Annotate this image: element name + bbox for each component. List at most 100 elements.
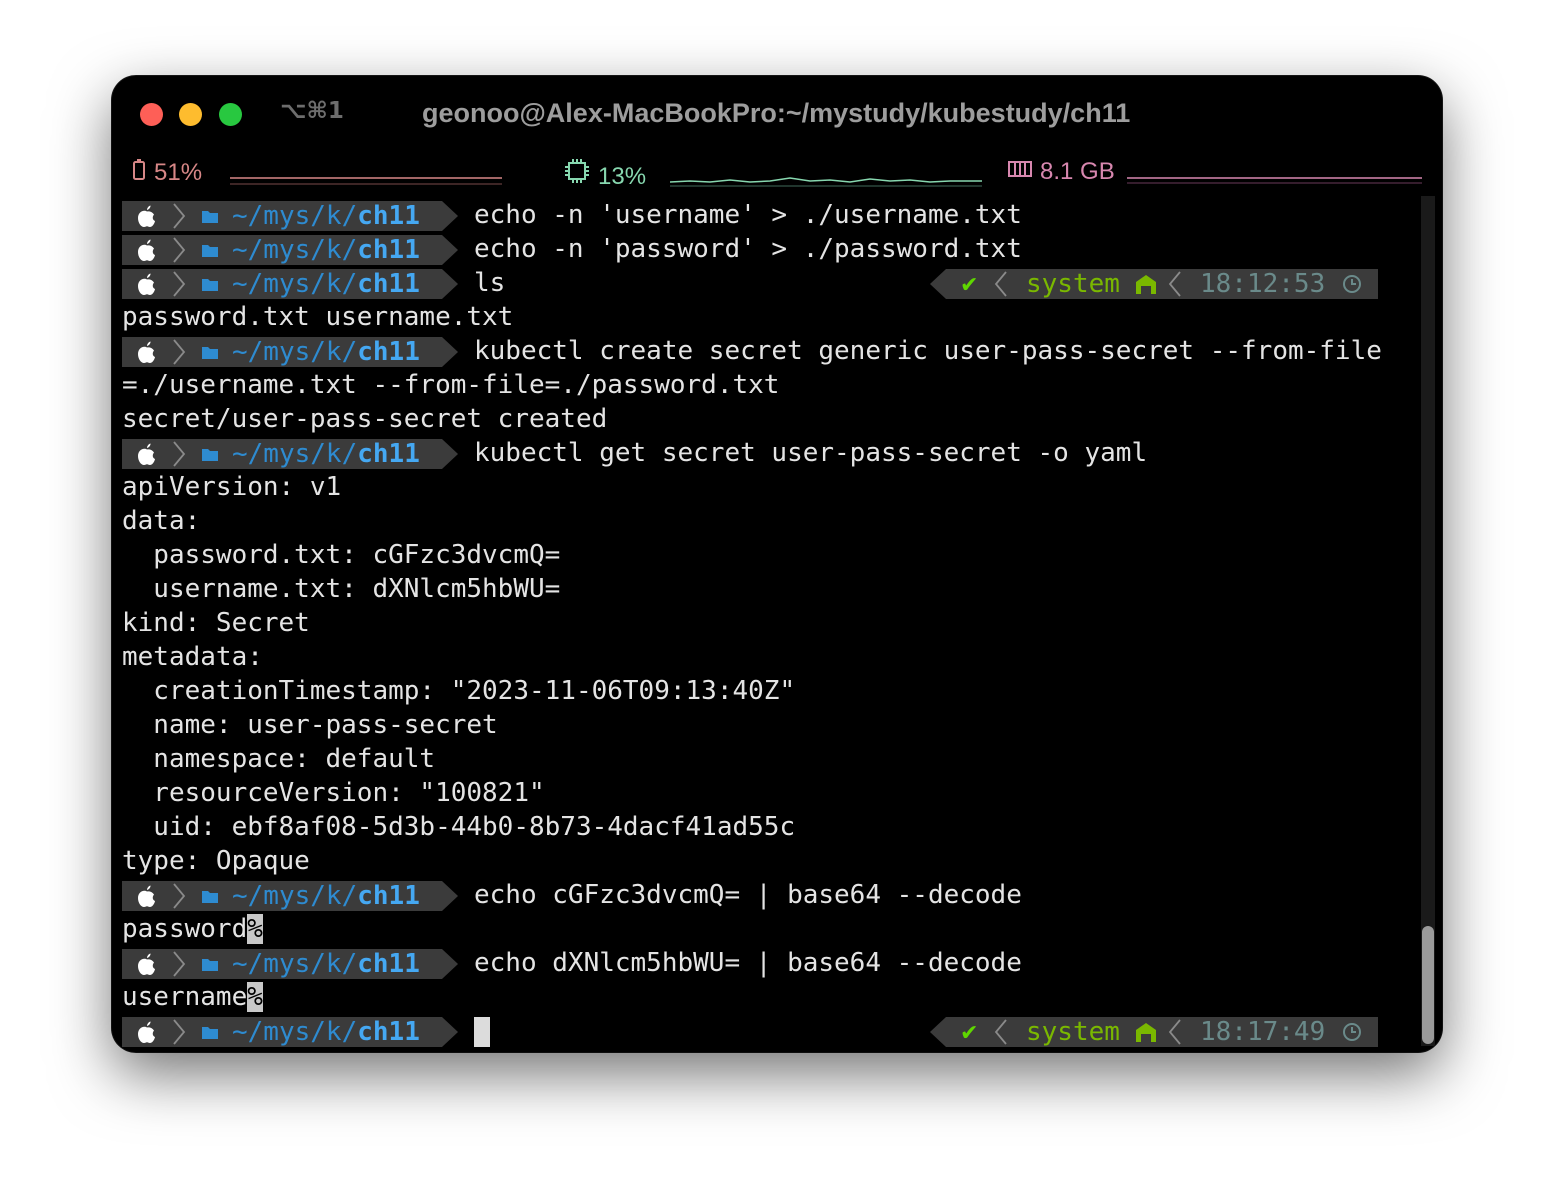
prompt-path-current: ch11	[357, 949, 420, 979]
prompt-line: ~/mys/k/ch11 ls ✔ system 18:12:53	[122, 266, 1422, 300]
output-text: uid: ebf8af08-5d3b-44b0-8b73-4dacf41ad55…	[122, 812, 796, 842]
no-newline-marker: %	[247, 982, 263, 1012]
env-label: system	[1026, 1017, 1120, 1047]
prompt-segment: ~/mys/k/ch11	[122, 881, 458, 911]
prompt-segment: ~/mys/k/ch11	[122, 1017, 458, 1047]
prompt-path: ~/mys/k/ch11	[232, 439, 420, 469]
memory-usage: 8.1 GB	[1040, 158, 1115, 185]
prompt-path-parent: ~/mys/k/	[232, 235, 357, 265]
command-text: ls	[474, 268, 506, 298]
prompt-line: ~/mys/k/ch11 echo cGFzc3dvcmQ= | base64 -…	[122, 878, 1422, 912]
prompt-path: ~/mys/k/ch11	[232, 337, 420, 367]
output-text: name: user-pass-secret	[122, 710, 498, 740]
terminal-output[interactable]: ~/mys/k/ch11 echo -n 'username' > ./usern…	[122, 198, 1422, 1048]
command-text: echo dXNlcm5hbWU= | base64 --decode	[474, 948, 1022, 978]
prompt-line: ~/mys/k/ch11 kubectl get secret user-pass…	[122, 436, 1422, 470]
output-text: metadata:	[122, 642, 263, 672]
prompt-path-parent: ~/mys/k/	[232, 949, 357, 979]
prompt-segment: ~/mys/k/ch11	[122, 235, 458, 265]
prompt-line: ~/mys/k/ch11 ✔ system 18:17:49	[122, 1014, 1422, 1048]
prompt-path-current: ch11	[357, 439, 420, 469]
terminal-window: ⌥⌘1 geonoo@Alex-MacBookPro:~/mystudy/kub…	[112, 76, 1442, 1052]
output-line: username.txt: dXNlcm5hbWU=	[122, 572, 1422, 606]
prompt-path-parent: ~/mys/k/	[232, 269, 357, 299]
title-bar: ⌥⌘1 geonoo@Alex-MacBookPro:~/mystudy/kub…	[112, 76, 1442, 156]
output-text: password	[122, 914, 248, 944]
output-line: username%	[122, 980, 1422, 1014]
prompt-line: ~/mys/k/ch11 echo -n 'password' > ./passw…	[122, 232, 1422, 266]
battery-graph	[230, 177, 502, 185]
output-text: username	[122, 982, 248, 1012]
prompt-path: ~/mys/k/ch11	[232, 201, 420, 231]
prompt-path: ~/mys/k/ch11	[232, 235, 420, 265]
output-line: =./username.txt --from-file=./password.t…	[122, 368, 1422, 402]
output-text: =./username.txt --from-file=./password.t…	[122, 370, 780, 400]
cpu-status: 13%	[564, 158, 646, 191]
prompt-segment: ~/mys/k/ch11	[122, 949, 458, 979]
memory-status: 8.1 GB	[1008, 158, 1115, 186]
prompt-path: ~/mys/k/ch11	[232, 1017, 420, 1047]
output-line: kind: Secret	[122, 606, 1422, 640]
output-text: namespace: default	[122, 744, 436, 774]
cpu-graph	[670, 177, 982, 187]
output-text: apiVersion: v1	[122, 472, 342, 502]
right-prompt-segment: ✔ system 18:12:53	[930, 269, 1378, 299]
prompt-time: 18:17:49	[1200, 1017, 1325, 1047]
prompt-time: 18:12:53	[1200, 269, 1325, 299]
output-line: resourceVersion: "100821"	[122, 776, 1422, 810]
right-prompt-segment: ✔ system 18:17:49	[930, 1017, 1378, 1047]
output-text: password.txt: cGFzc3dvcmQ=	[122, 540, 561, 570]
cpu-percent: 13%	[598, 163, 647, 190]
command-text: echo -n 'username' > ./username.txt	[474, 200, 1022, 230]
env-label: system	[1026, 269, 1120, 299]
prompt-path: ~/mys/k/ch11	[232, 881, 420, 911]
scrollbar[interactable]	[1418, 196, 1438, 1046]
prompt-path-current: ch11	[357, 269, 420, 299]
prompt-path: ~/mys/k/ch11	[232, 949, 420, 979]
prompt-path-current: ch11	[357, 201, 420, 231]
command-text	[474, 1014, 490, 1048]
window-shortcut: ⌥⌘1	[280, 98, 344, 124]
battery-status: 51%	[132, 158, 202, 187]
output-text: secret/user-pass-secret created	[122, 404, 608, 434]
prompt-line: ~/mys/k/ch11 echo -n 'username' > ./usern…	[122, 198, 1422, 232]
command-text: kubectl create secret generic user-pass-…	[474, 336, 1382, 366]
prompt-path-current: ch11	[357, 881, 420, 911]
output-line: data:	[122, 504, 1422, 538]
scrollbar-thumb	[1422, 926, 1434, 1044]
prompt-path-parent: ~/mys/k/	[232, 201, 357, 231]
command-text: kubectl get secret user-pass-secret -o y…	[474, 438, 1148, 468]
output-line: uid: ebf8af08-5d3b-44b0-8b73-4dacf41ad55…	[122, 810, 1422, 844]
zoom-window-button[interactable]	[219, 103, 242, 126]
status-ok-icon: ✔	[960, 273, 978, 298]
status-ok-icon: ✔	[960, 1021, 978, 1046]
prompt-path-parent: ~/mys/k/	[232, 337, 357, 367]
prompt-segment: ~/mys/k/ch11	[122, 201, 458, 231]
prompt-path-parent: ~/mys/k/	[232, 1017, 357, 1047]
battery-icon	[132, 158, 146, 187]
output-line: metadata:	[122, 640, 1422, 674]
battery-percent: 51%	[154, 159, 203, 186]
command-text: echo -n 'password' > ./password.txt	[474, 234, 1022, 264]
output-text: kind: Secret	[122, 608, 310, 638]
close-window-button[interactable]	[140, 103, 163, 126]
output-text: type: Opaque	[122, 846, 310, 876]
prompt-line: ~/mys/k/ch11 echo dXNlcm5hbWU= | base64 -…	[122, 946, 1422, 980]
minimize-window-button[interactable]	[179, 103, 202, 126]
output-line: apiVersion: v1	[122, 470, 1422, 504]
output-text: data:	[122, 506, 201, 536]
no-newline-marker: %	[247, 914, 263, 944]
memory-icon	[1008, 158, 1032, 186]
prompt-segment: ~/mys/k/ch11	[122, 269, 458, 299]
output-line: password.txt: cGFzc3dvcmQ=	[122, 538, 1422, 572]
output-line: creationTimestamp: "2023-11-06T09:13:40Z…	[122, 674, 1422, 708]
prompt-path-parent: ~/mys/k/	[232, 881, 357, 911]
cpu-icon	[564, 158, 590, 191]
prompt-segment: ~/mys/k/ch11	[122, 439, 458, 469]
output-line: password%	[122, 912, 1422, 946]
output-line: namespace: default	[122, 742, 1422, 776]
prompt-path-current: ch11	[357, 1017, 420, 1047]
window-title: geonoo@Alex-MacBookPro:~/mystudy/kubestu…	[422, 98, 1131, 128]
prompt-path-current: ch11	[357, 235, 420, 265]
output-line: type: Opaque	[122, 844, 1422, 878]
